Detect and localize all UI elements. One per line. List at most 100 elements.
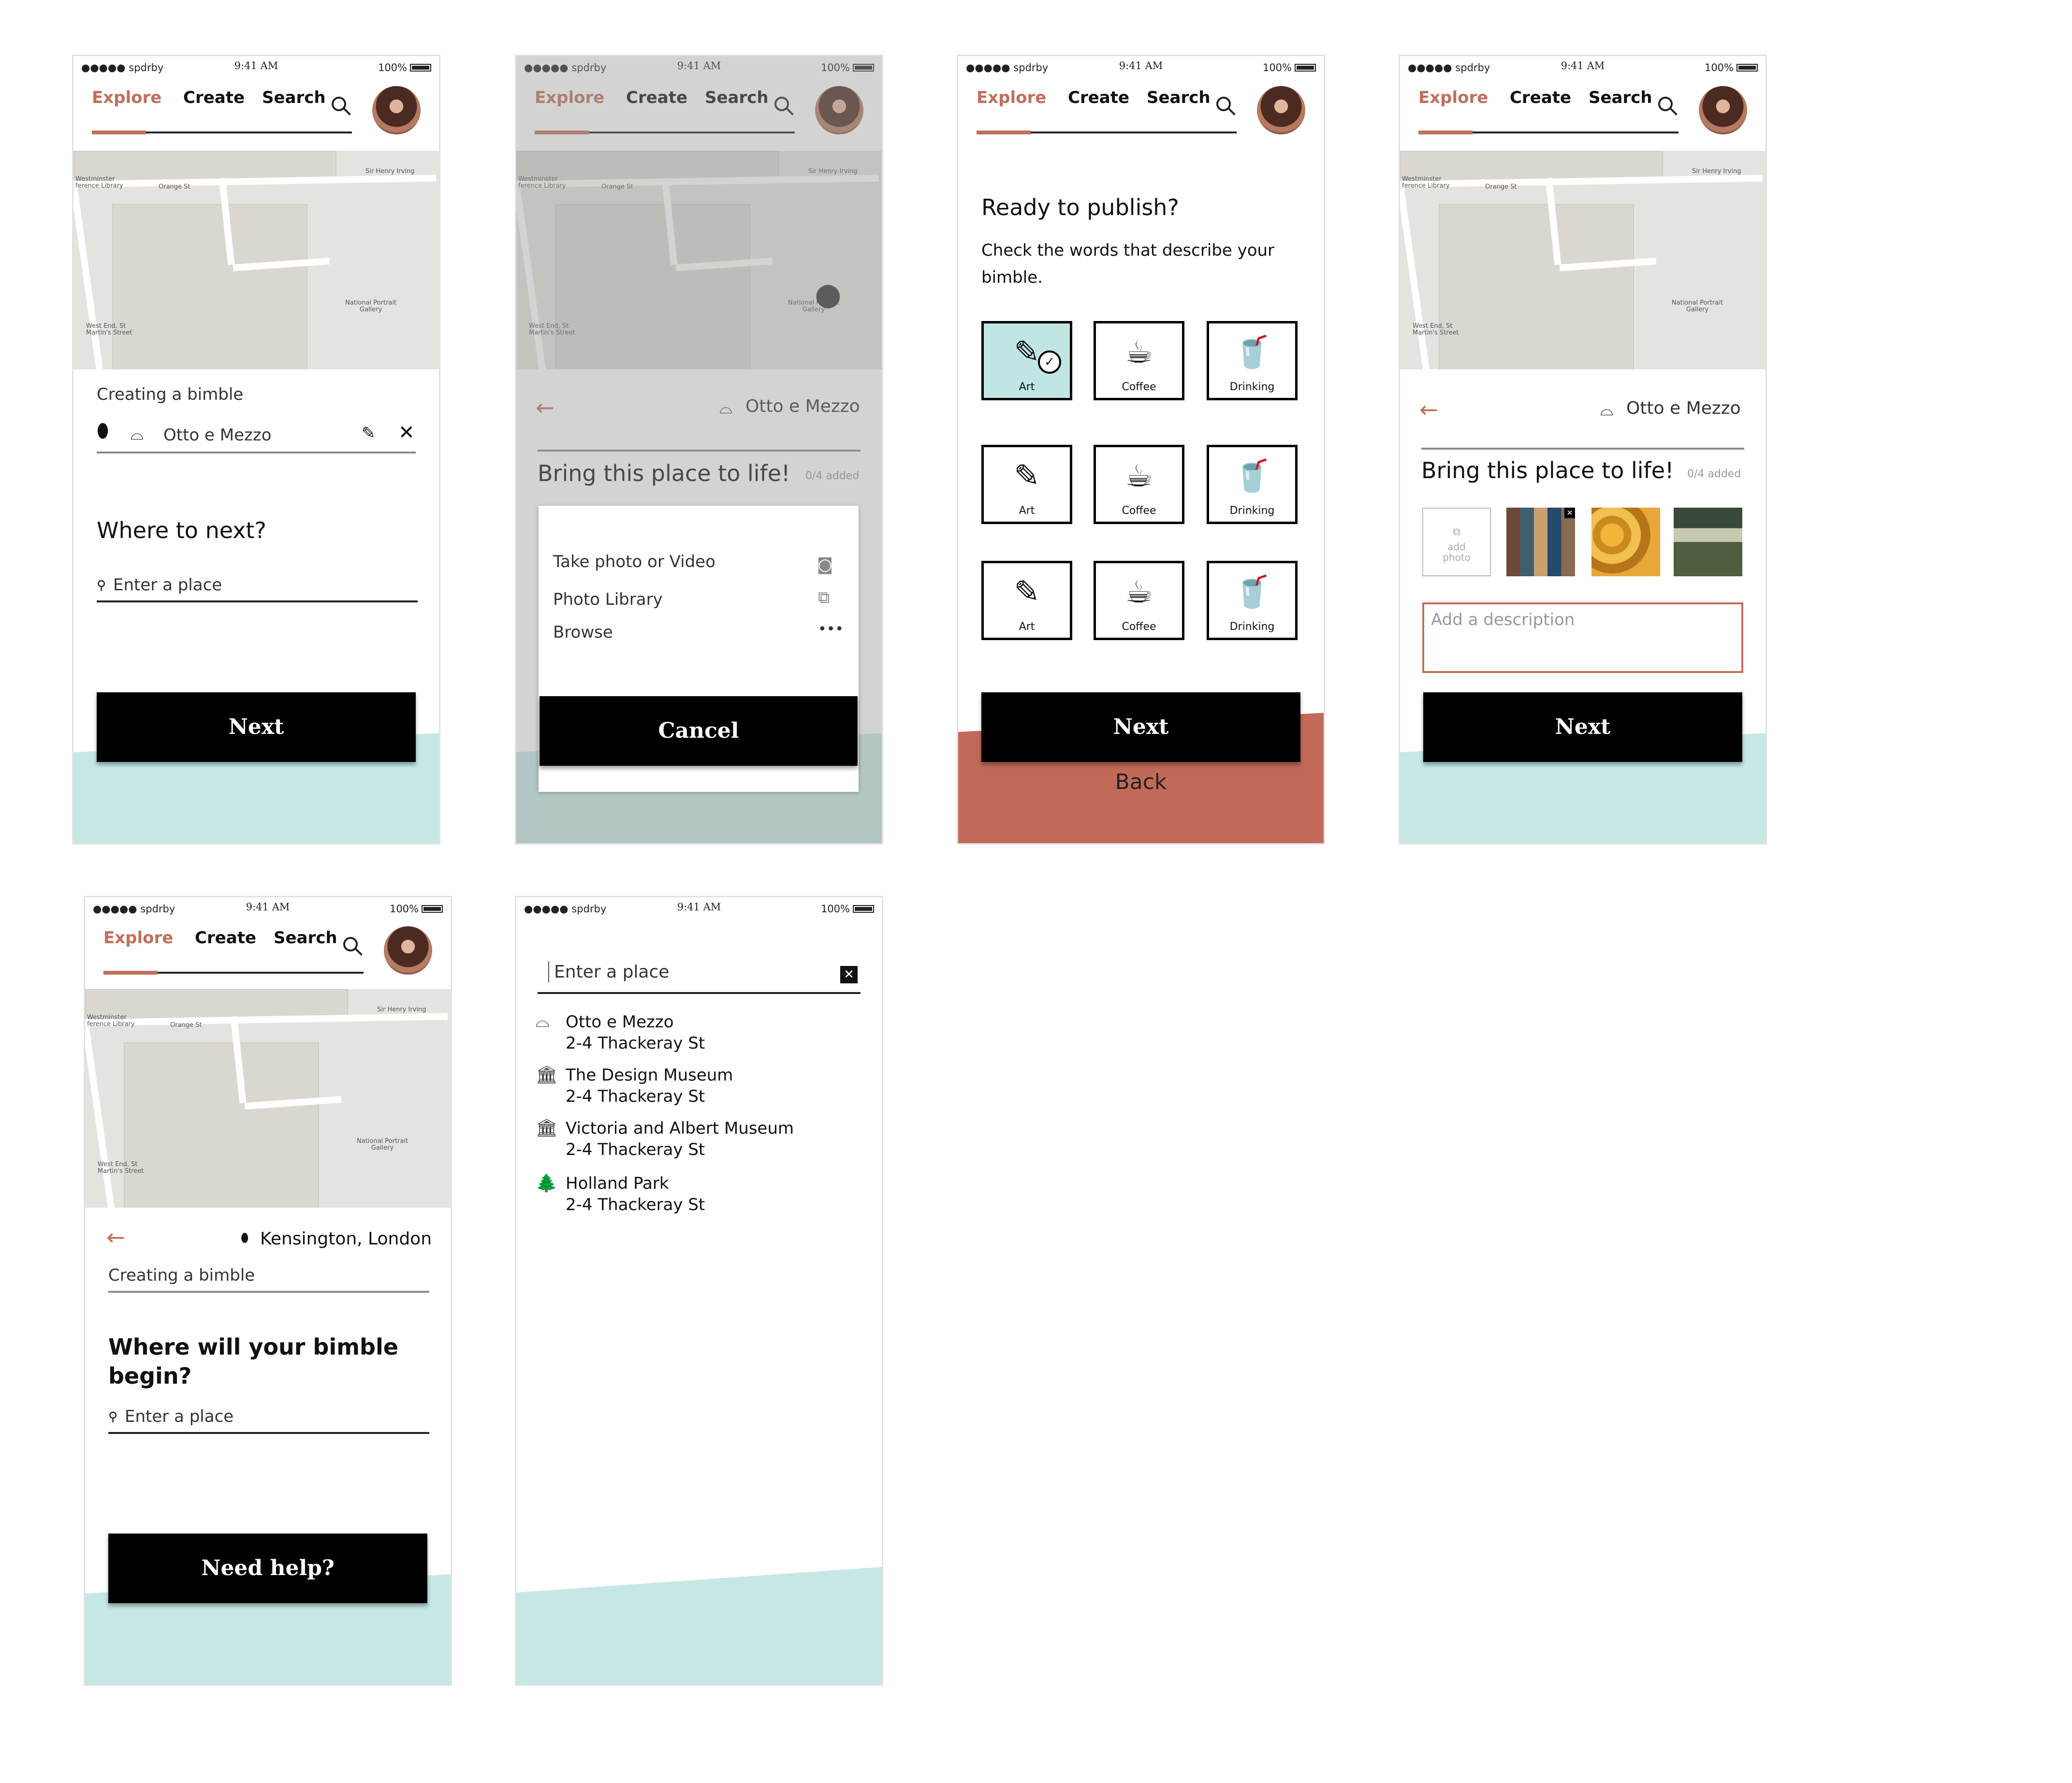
tag-coffee[interactable]: ☕ Coffee (1094, 321, 1184, 400)
avatar[interactable] (1699, 86, 1747, 134)
map-label: West End, St Martin's Street (98, 1161, 144, 1175)
page-subtitle: Check the words that describe your bimbl… (981, 241, 1275, 287)
nav-create[interactable]: Create (1068, 88, 1129, 107)
nav-active-indicator (103, 971, 158, 975)
cancel-button[interactable]: Cancel (540, 696, 858, 766)
tag-drinking[interactable]: 🥤 Drinking (1207, 445, 1298, 524)
nav-explore[interactable]: Explore (977, 88, 1046, 107)
nav-create[interactable]: Create (183, 88, 245, 107)
nav-active-indicator (92, 131, 146, 134)
screen-photo-sheet: ●●●●● spdrby 9:41 AM 100% Explore Create… (516, 56, 882, 843)
add-photo-label: add photo (1443, 541, 1471, 563)
clear-search-icon[interactable]: ✕ (840, 966, 858, 983)
map-view[interactable]: Westminster ference Library Orange St Si… (73, 151, 439, 369)
input-underline (97, 600, 418, 602)
search-small-icon: ⚲ (108, 1410, 118, 1424)
photo-library-option[interactable]: Photo Library (553, 590, 663, 609)
tag-label: Coffee (1122, 381, 1156, 393)
take-photo-option[interactable]: Take photo or Video (553, 552, 715, 571)
status-bar: ●●●●● spdrby 9:41 AM 100% (85, 897, 451, 917)
avatar[interactable] (372, 86, 421, 134)
museum-icon: 🏛 (536, 1118, 558, 1138)
nav-search[interactable]: Search (1147, 88, 1211, 107)
cloche-icon: ⌓ (536, 1011, 550, 1031)
map-view[interactable]: Westminster ference Library Orange St Si… (1400, 151, 1766, 369)
page-title: Where to next? (97, 517, 266, 543)
nav-search[interactable]: Search (274, 928, 337, 948)
list-item[interactable]: 🌲 Holland Park 2-4 Thackeray St (536, 1173, 864, 1221)
place-input[interactable]: Enter a place (113, 575, 222, 595)
tag-coffee[interactable]: ☕ Coffee (1094, 561, 1184, 640)
page-title: Ready to publish? (981, 194, 1179, 220)
next-button[interactable]: Next (1423, 692, 1742, 762)
battery-icon (853, 905, 874, 913)
description-placeholder: Add a description (1431, 610, 1575, 629)
nav-search[interactable]: Search (262, 88, 326, 107)
tag-art[interactable]: ✎ ✓ Art (981, 321, 1072, 400)
list-item[interactable]: 🏛 The Design Museum 2-4 Thackeray St (536, 1065, 864, 1113)
place-result-name: Otto e Mezzo (566, 1012, 674, 1032)
avatar[interactable] (1257, 86, 1305, 134)
tag-label: Art (1019, 381, 1035, 393)
nav-create[interactable]: Create (195, 928, 256, 948)
nav-create[interactable]: Create (1510, 88, 1571, 107)
search-icon[interactable] (1658, 97, 1673, 111)
photo-thumbnail[interactable]: ✕ (1506, 508, 1575, 576)
nav-explore[interactable]: Explore (92, 88, 161, 107)
back-button[interactable]: Back (958, 770, 1324, 794)
description-field[interactable]: Add a description (1422, 602, 1743, 673)
place-input[interactable]: Enter a place (125, 1407, 233, 1426)
map-view[interactable]: Westminster ference Library Orange St Si… (85, 989, 451, 1208)
page-title: Where will your bimble begin? (108, 1334, 398, 1389)
tree-icon: 🌲 (536, 1173, 557, 1193)
status-bar: ●●●●● spdrby 9:41 AM 100% (1400, 56, 1766, 75)
map-label: Orange St (159, 183, 190, 190)
tag-label: Drinking (1229, 505, 1275, 517)
place-search-input[interactable]: Enter a place (554, 962, 669, 982)
tag-coffee[interactable]: ☕ Coffee (1094, 445, 1184, 524)
brush-icon: ✎ (1014, 458, 1040, 494)
tag-drinking[interactable]: 🥤 Drinking (1207, 321, 1298, 400)
back-arrow-icon[interactable]: ← (106, 1224, 125, 1250)
map-label: Sir Henry Irving (377, 1006, 426, 1013)
search-icon[interactable] (1216, 97, 1231, 111)
back-arrow-icon[interactable]: ← (1419, 396, 1438, 423)
status-bar: ●●●●● spdrby 9:41 AM 100% (73, 56, 439, 75)
photo-counter: 0/4 added (1687, 468, 1741, 480)
help-button[interactable]: Need help? (108, 1534, 427, 1603)
brush-icon: ✎ (1014, 574, 1040, 610)
edit-icon[interactable]: ✎ (362, 424, 376, 443)
tag-drinking[interactable]: 🥤 Drinking (1207, 561, 1298, 640)
place-result-name: Victoria and Albert Museum (566, 1119, 794, 1138)
browse-option[interactable]: Browse (553, 623, 613, 642)
map-label: Westminster ference Library (87, 1014, 135, 1028)
nav-active-indicator (977, 131, 1031, 134)
nav-explore[interactable]: Explore (103, 928, 173, 948)
search-icon[interactable] (332, 97, 346, 111)
list-item[interactable]: 🏛 Victoria and Albert Museum 2-4 Thacker… (536, 1118, 864, 1166)
search-icon[interactable] (343, 937, 358, 951)
next-button[interactable]: Next (97, 692, 416, 762)
screen-add-photos: ●●●●● spdrby 9:41 AM 100% Explore Create… (1400, 56, 1766, 843)
action-sheet: Take photo or Video ◙ Photo Library ⧉ Br… (539, 506, 859, 792)
avatar[interactable] (384, 926, 432, 975)
battery-icon (410, 64, 431, 72)
camera-icon: ◙ (817, 555, 833, 574)
place-result-name: The Design Museum (566, 1066, 733, 1085)
input-underline (108, 1432, 429, 1434)
tag-art[interactable]: ✎ Art (981, 561, 1072, 640)
add-photo-button[interactable]: ⧉ add photo (1422, 508, 1491, 576)
map-label: National Portrait Gallery (1672, 299, 1723, 313)
remove-photo-icon[interactable]: ✕ (1564, 508, 1575, 518)
nav-explore[interactable]: Explore (1418, 88, 1488, 107)
close-icon[interactable]: ✕ (398, 422, 415, 444)
list-item[interactable]: ⌓ Otto e Mezzo 2-4 Thackeray St (536, 1011, 864, 1060)
photo-thumbnail[interactable] (1591, 508, 1660, 576)
photo-thumbnail[interactable] (1674, 508, 1742, 576)
next-button[interactable]: Next (981, 692, 1300, 762)
library-icon: ⧉ (818, 588, 830, 607)
nav-search[interactable]: Search (1589, 88, 1652, 107)
tag-art[interactable]: ✎ Art (981, 445, 1072, 524)
coffee-cup-icon: ☕ (1125, 574, 1153, 610)
status-bar: ●●●●● spdrby 9:41 AM 100% (516, 897, 882, 917)
